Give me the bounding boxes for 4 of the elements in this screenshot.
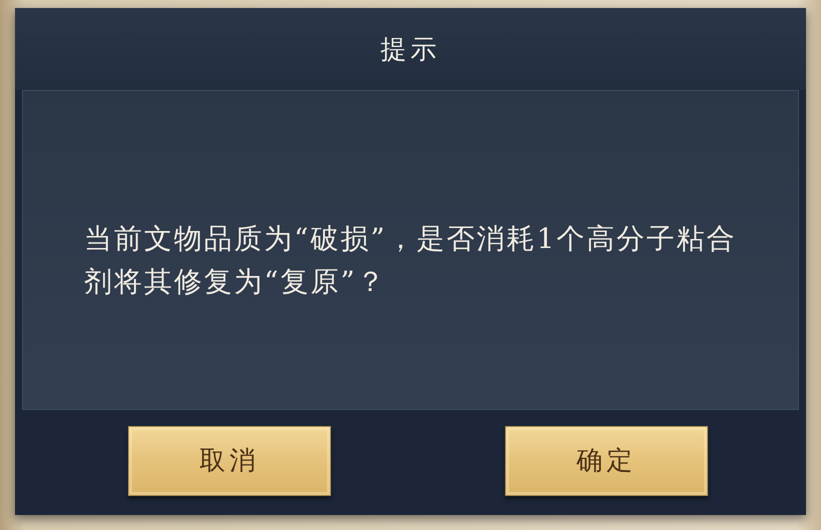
dialog-title: 提示 — [380, 34, 440, 66]
dialog-message: 当前文物品质为“破损”，是否消耗1个高分子粘合剂将其修复为“复原”？ — [84, 221, 738, 300]
cancel-button[interactable]: 取消 — [128, 426, 331, 496]
confirm-button[interactable]: 确定 — [505, 426, 708, 496]
